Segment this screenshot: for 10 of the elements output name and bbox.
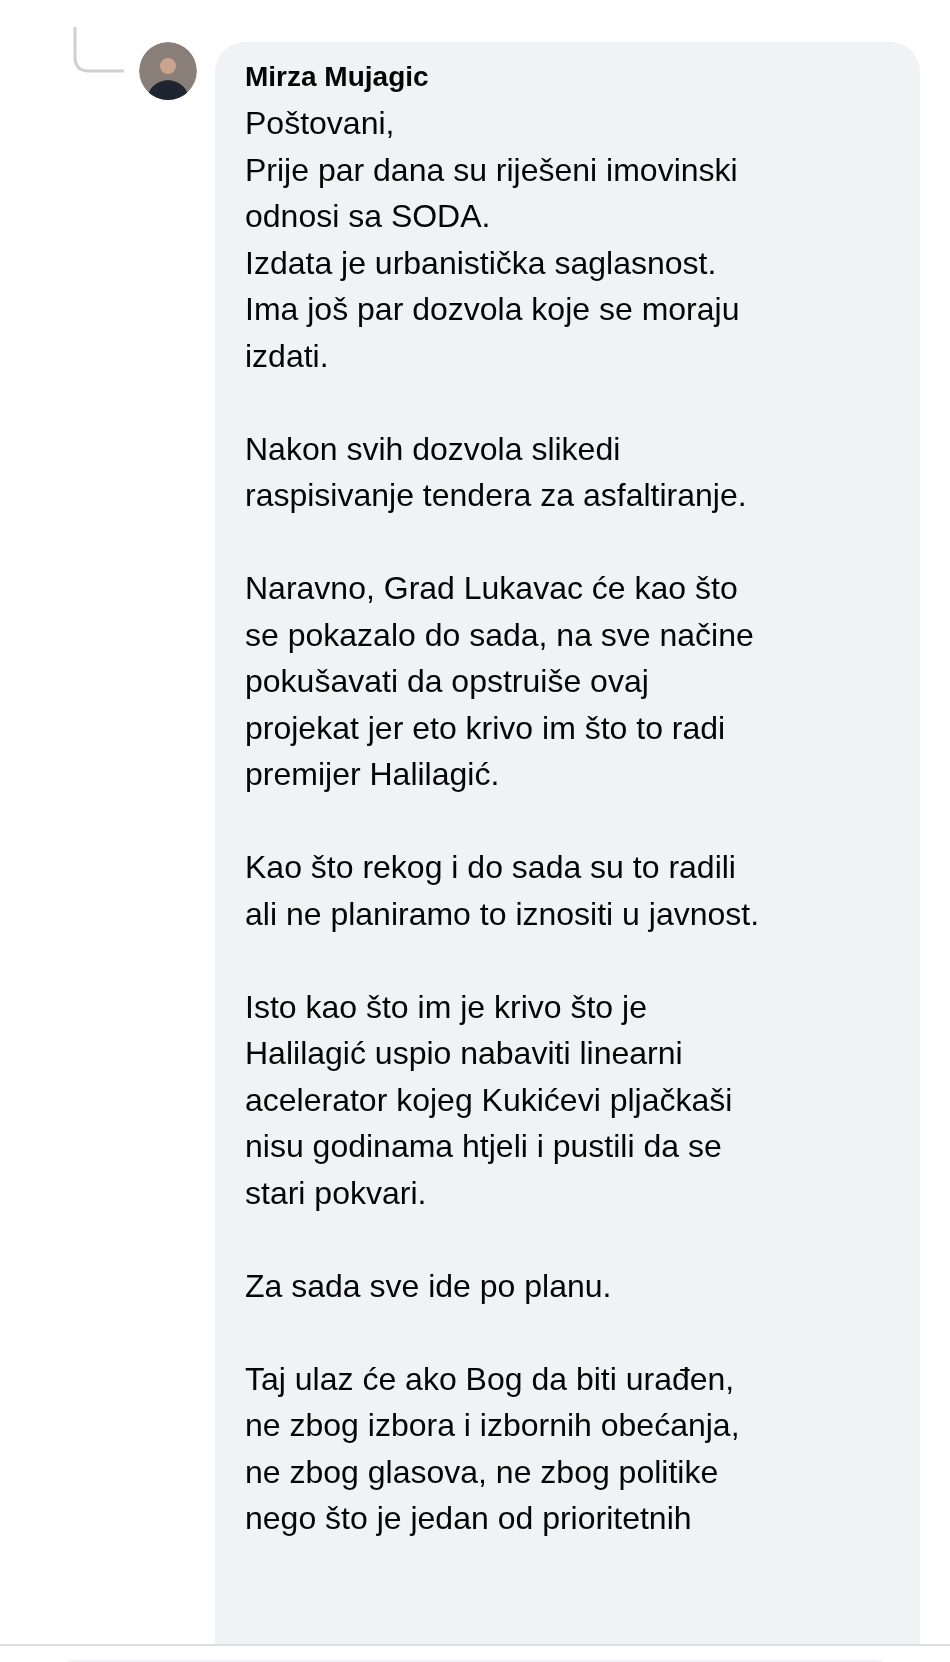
comment-paragraph: Kao što rekog i do sada su to radili ali ne planiramo to iznositi u javnost. xyxy=(245,848,761,934)
reply-connector xyxy=(73,27,124,73)
comment-paragraph: Isto kao što im je krivo što je Halilagić uspio nabaviti linearni acelerator kojeg Kukićevi pljačkaši nisu godinama htjeli i pustili da se stari pokvari. xyxy=(245,987,734,1213)
author-name[interactable]: Mirza Mujagic xyxy=(245,60,890,94)
avatar xyxy=(139,42,197,100)
comment-paragraph: Taj ulaz će ako Bog da biti urađen, ne zbog izbora i izbornih obećanja, ne zbog glasova, ne zbog politike nego što je jedan od prioritetnih xyxy=(245,1359,741,1538)
comment-paragraph: Nakon svih dozvola slikedi raspisivanje tendera za asfaltiranje. xyxy=(245,429,748,515)
comment-paragraph: Poštovani, Prije par dana su riješeni imovinski odnosi sa SODA. Izdata je urbanistička saglasnost. Ima još par dozvola koje se moraju izdati. xyxy=(245,104,741,376)
comment-paragraph: Naravno, Grad Lukavac će kao što se pokazalo do sada, na sve načine pokušavati da opstruiše ovaj projekat jer eto krivo im što to radi premijer Halilagić. xyxy=(245,569,755,794)
comment-paragraph: Za sada sve ide po planu. xyxy=(245,1266,613,1306)
